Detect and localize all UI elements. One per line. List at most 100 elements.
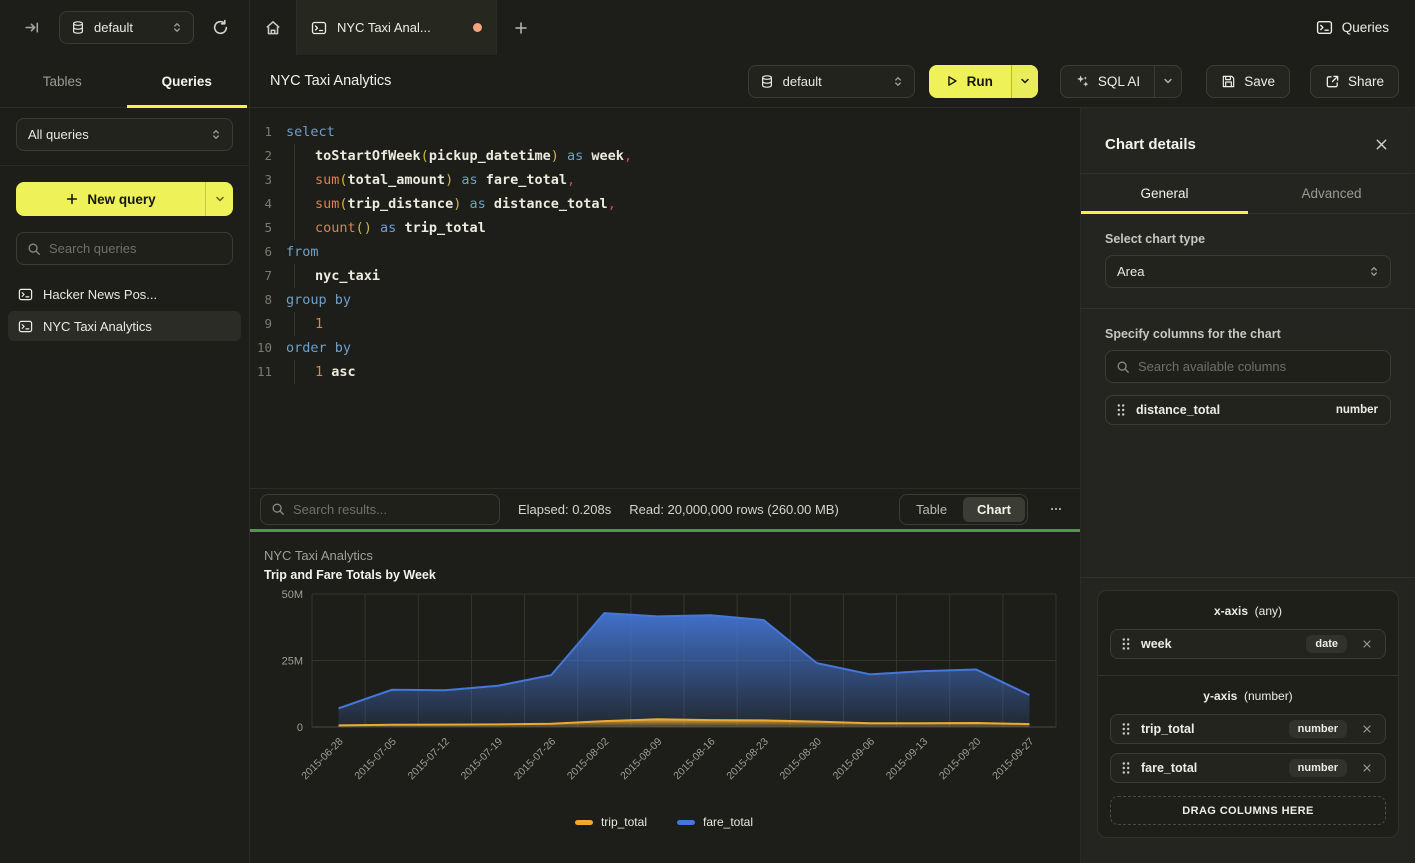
close-icon [1374,137,1389,152]
collapse-sidebar-button[interactable] [20,15,45,40]
chart-plot-area[interactable]: 025M50M2015-06-282015-07-052015-07-12201… [264,588,1080,811]
page-title: NYC Taxi Analytics [270,73,391,89]
results-bar: Elapsed: 0.208s Read: 20,000,000 rows (2… [250,488,1080,529]
drag-handle-icon[interactable] [1121,722,1131,736]
run-button[interactable]: Run [929,65,1011,98]
code-line[interactable]: 111 asc [250,360,1080,384]
sql-ai-label: SQL AI [1098,74,1140,89]
queries-link-label: Queries [1342,20,1389,35]
code-line[interactable]: 8group by [250,288,1080,312]
drag-handle-icon[interactable] [1116,403,1126,417]
column-type-badge: date [1306,635,1347,653]
query-search-input[interactable] [49,241,222,256]
line-number: 6 [250,240,286,264]
svg-text:2015-07-19: 2015-07-19 [459,736,506,783]
legend-label: fare_total [703,815,753,829]
remove-column-button[interactable] [1357,721,1377,737]
svg-text:2015-08-09: 2015-08-09 [618,736,665,783]
sql-editor[interactable]: 1select2toStartOfWeek(pickup_datetime) a… [250,108,1080,488]
refresh-button[interactable] [208,15,233,40]
save-button[interactable]: Save [1206,65,1290,98]
run-database-selector[interactable]: default [748,65,915,98]
tab-nyc-taxi-analytics[interactable]: NYC Taxi Anal... [297,0,497,55]
query-filter-select[interactable]: All queries [16,118,233,151]
query-item-label: Hacker News Pos... [43,287,157,302]
ellipsis-icon [1048,502,1064,516]
top-bar-right: Queries [1316,0,1415,55]
updown-chevron-icon [892,75,904,88]
code-line[interactable]: 4sum(trip_distance) as distance_total, [250,192,1080,216]
svg-text:2015-08-23: 2015-08-23 [724,736,771,783]
y-axis-label: y-axis [1203,689,1237,703]
column-name: week [1141,637,1296,651]
new-query-label: New query [87,192,155,207]
line-number: 4 [250,192,286,216]
chart-type-select[interactable]: Area [1105,255,1391,288]
code-line[interactable]: 7nyc_taxi [250,264,1080,288]
main-column: 1select2toStartOfWeek(pickup_datetime) a… [250,108,1080,863]
share-button-label: Share [1348,74,1384,89]
drag-handle-icon[interactable] [1121,761,1131,775]
chart-type-label: Select chart type [1081,214,1415,255]
legend-item-fare_total[interactable]: fare_total [677,815,753,829]
chart-panel: NYC Taxi Analytics Trip and Fare Totals … [250,532,1080,863]
code-line[interactable]: 2toStartOfWeek(pickup_datetime) as week, [250,144,1080,168]
code-line[interactable]: 6from [250,240,1080,264]
code-line[interactable]: 3sum(total_amount) as fare_total, [250,168,1080,192]
tab-general[interactable]: General [1081,174,1248,213]
sql-ai-options-button[interactable] [1154,65,1181,98]
query-terminal-icon [18,319,33,334]
run-options-button[interactable] [1011,65,1038,98]
view-table-button[interactable]: Table [902,497,961,522]
available-column-distance-total[interactable]: distance_total number [1105,395,1391,425]
view-chart-button[interactable]: Chart [963,497,1025,522]
chevron-down-icon [1162,75,1174,87]
share-button[interactable]: Share [1310,65,1399,98]
legend-item-trip_total[interactable]: trip_total [575,815,647,829]
home-tab-button[interactable] [250,0,297,55]
x-axis-column-week[interactable]: week date [1110,629,1386,659]
panel-spacer [1081,425,1415,577]
new-query-options-button[interactable] [205,182,233,216]
results-search-input[interactable] [293,502,489,517]
query-search-box [16,232,233,265]
play-icon [945,74,959,88]
more-options-button[interactable] [1046,498,1066,520]
query-item-label: NYC Taxi Analytics [43,319,152,334]
drag-columns-dropzone[interactable]: DRAG COLUMNS HERE [1110,796,1386,825]
svg-text:2015-07-26: 2015-07-26 [512,736,559,783]
code-line[interactable]: 10order by [250,336,1080,360]
query-list-item-nyc-taxi[interactable]: NYC Taxi Analytics [8,311,241,341]
columns-search-box [1105,350,1391,383]
updown-chevron-icon [171,21,183,34]
code-line[interactable]: 1select [250,120,1080,144]
svg-text:2015-09-27: 2015-09-27 [990,736,1037,783]
query-list-item-hacker-news[interactable]: Hacker News Pos... [8,279,241,309]
code-line[interactable]: 91 [250,312,1080,336]
drag-handle-icon[interactable] [1121,637,1131,651]
remove-column-button[interactable] [1357,636,1377,652]
close-panel-button[interactable] [1372,135,1391,154]
new-query-button[interactable]: New query [16,182,205,216]
legend-swatch [677,820,695,825]
database-selector[interactable]: default [59,11,194,44]
tab-tables[interactable]: Tables [0,55,125,107]
svg-text:2015-08-02: 2015-08-02 [565,736,612,783]
chart-details-header: Chart details [1081,108,1415,174]
chart-details-title: Chart details [1105,136,1372,153]
tab-queries[interactable]: Queries [125,55,250,107]
sql-ai-button[interactable]: SQL AI [1060,65,1182,98]
svg-text:2015-09-13: 2015-09-13 [884,736,931,783]
database-selector-value: default [94,20,162,35]
y-axis-column-fare-total[interactable]: fare_total number [1110,753,1386,783]
x-axis-hint: (any) [1255,604,1282,618]
tab-advanced[interactable]: Advanced [1248,174,1415,213]
new-tab-button[interactable] [497,0,545,55]
y-axis-column-trip-total[interactable]: trip_total number [1110,714,1386,744]
queries-link-button[interactable]: Queries [1316,19,1389,36]
remove-column-button[interactable] [1357,760,1377,776]
app-body: All queries New query [0,108,1415,863]
columns-search-input[interactable] [1138,359,1380,374]
svg-text:25M: 25M [282,656,303,668]
code-line[interactable]: 5count() as trip_total [250,216,1080,240]
